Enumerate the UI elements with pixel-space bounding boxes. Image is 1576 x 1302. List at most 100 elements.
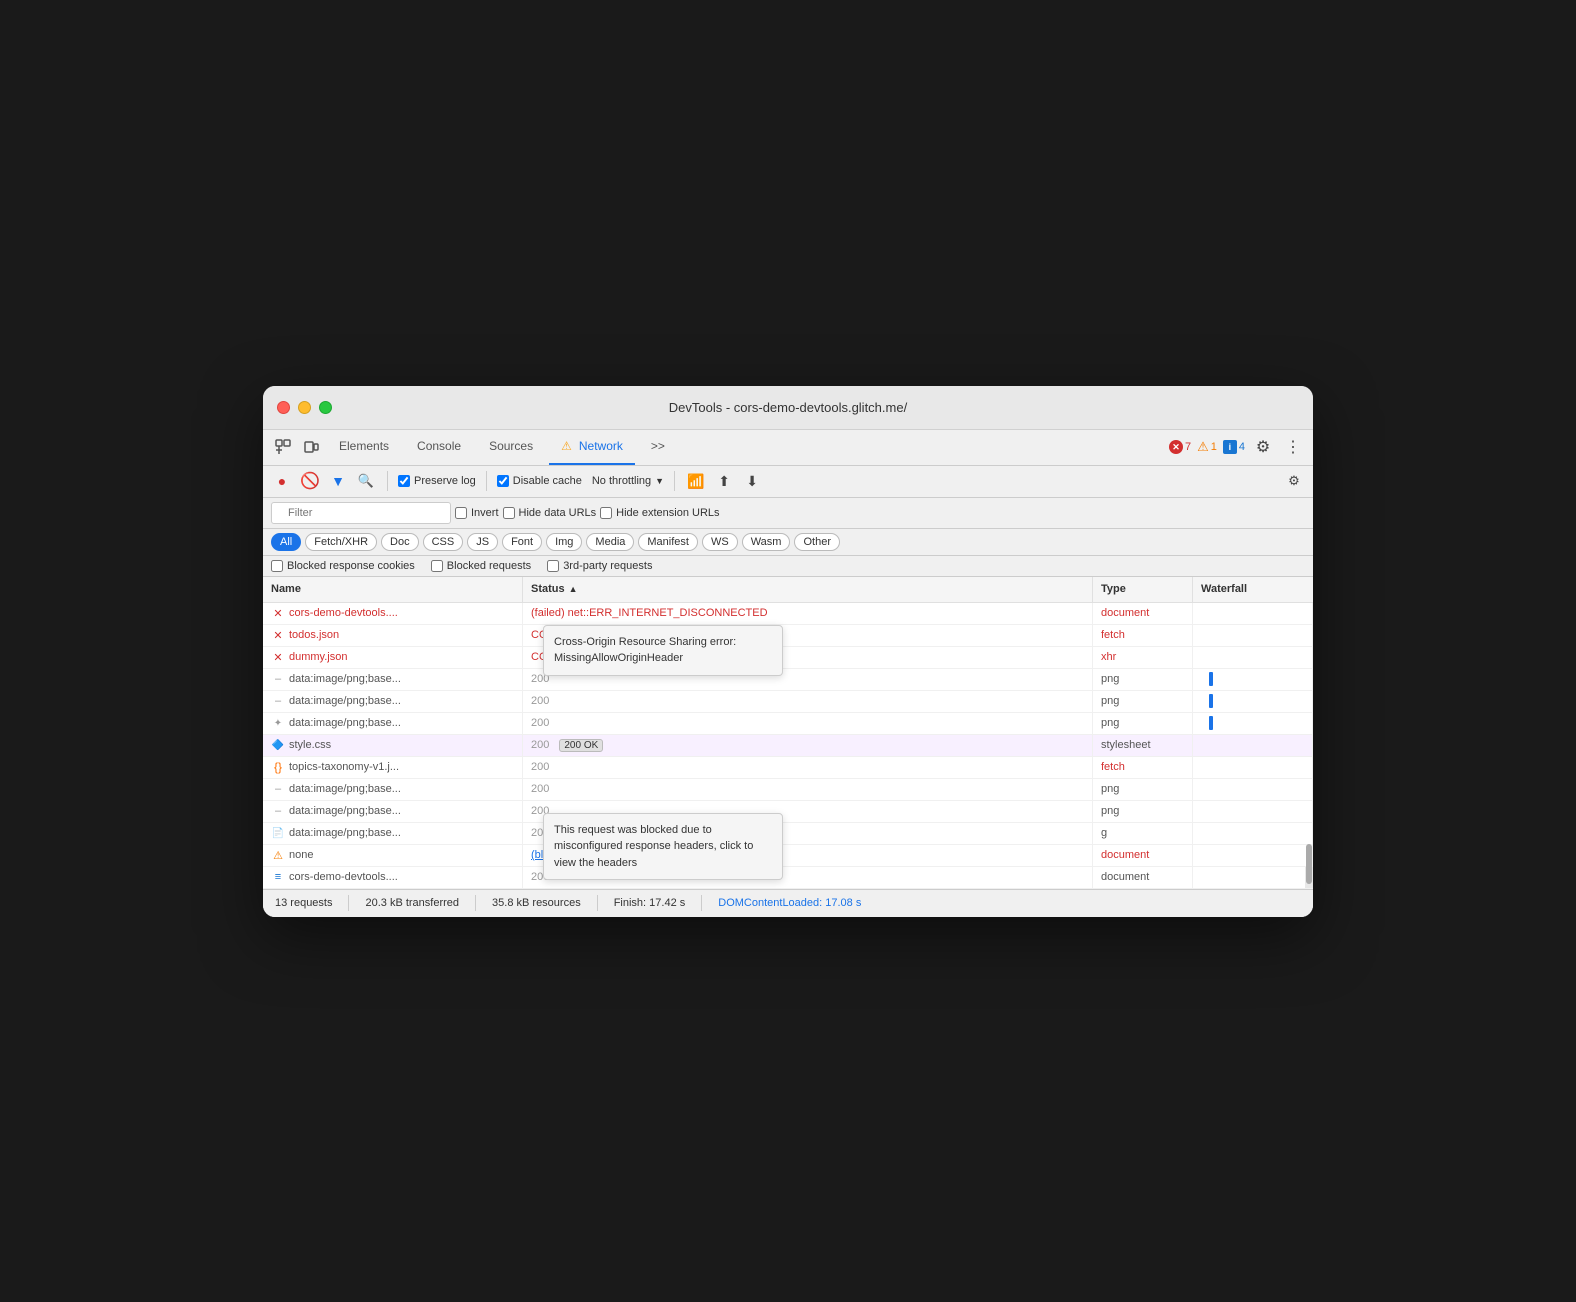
more-icon[interactable]: ⋮: [1281, 435, 1305, 459]
tab-elements[interactable]: Elements: [327, 429, 401, 465]
upload-icon[interactable]: ⬆: [713, 470, 735, 492]
dom-content-loaded: DOMContentLoaded: 17.08 s: [718, 897, 861, 909]
table-row[interactable]: – data:image/png;base... 200 png: [263, 691, 1313, 713]
filter-input[interactable]: [280, 502, 442, 524]
td-status: 200: [523, 779, 1093, 800]
td-waterfall: [1193, 823, 1313, 844]
type-filter-css[interactable]: CSS: [423, 533, 464, 551]
td-name: ✕ dummy.json: [263, 647, 523, 668]
settings-gear-icon[interactable]: ⚙: [1283, 470, 1305, 492]
search-icon[interactable]: 🔍: [355, 470, 377, 492]
table-row[interactable]: – data:image/png;base... 200 png: [263, 669, 1313, 691]
type-filter-font[interactable]: Font: [502, 533, 542, 551]
hide-ext-urls-label[interactable]: Hide extension URLs: [600, 507, 719, 519]
blocked-requests-checkbox[interactable]: [431, 560, 443, 572]
third-party-label[interactable]: 3rd-party requests: [547, 560, 652, 572]
filter-icon[interactable]: ▼: [327, 470, 349, 492]
table-row[interactable]: ✕ todos.json CORS error Cross-Origin Res…: [263, 625, 1313, 647]
table-row[interactable]: ✕ dummy.json CORS error xhr: [263, 647, 1313, 669]
type-filter-fetch-xhr[interactable]: Fetch/XHR: [305, 533, 377, 551]
th-type[interactable]: Type: [1093, 577, 1193, 602]
type-filter-other[interactable]: Other: [794, 533, 840, 551]
td-type: png: [1093, 801, 1193, 822]
blocked-tooltip: This request was blocked due to misconfi…: [543, 823, 783, 844]
blocked-requests-label[interactable]: Blocked requests: [431, 560, 531, 572]
download-icon[interactable]: ⬇: [741, 470, 763, 492]
stop-recording-icon[interactable]: ●: [271, 470, 293, 492]
table-row[interactable]: ✦ data:image/png;base... 200 png: [263, 713, 1313, 735]
th-waterfall[interactable]: Waterfall: [1193, 577, 1313, 602]
dash-icon: –: [271, 672, 285, 686]
td-type: document: [1093, 603, 1193, 624]
table-row[interactable]: 🔷 style.css 200 200 OK stylesheet: [263, 735, 1313, 757]
tab-console[interactable]: Console: [405, 429, 473, 465]
hide-data-urls-checkbox[interactable]: [503, 507, 515, 519]
table-row[interactable]: 📄 data:image/png;base... 200 This reques…: [263, 823, 1313, 845]
preserve-log-label[interactable]: Preserve log: [398, 475, 476, 487]
table-row[interactable]: {} topics-taxonomy-v1.j... 200 fetch: [263, 757, 1313, 779]
sort-icon: ▲: [569, 584, 578, 594]
type-filter-all[interactable]: All: [271, 533, 301, 551]
tab-more[interactable]: >>: [639, 429, 677, 465]
td-waterfall: [1193, 647, 1313, 668]
table-row[interactable]: ⚠ none (blocked:NotSameOriginAfterDefaul…: [263, 845, 1313, 867]
error-badge: ✕ 7: [1169, 440, 1191, 454]
fetch-icon: {}: [271, 760, 285, 774]
tab-network[interactable]: ⚠ Network: [549, 429, 635, 465]
table-row[interactable]: ✕ cors-demo-devtools.... (failed) net::E…: [263, 603, 1313, 625]
table-row[interactable]: – data:image/png;base... 200 png: [263, 779, 1313, 801]
disable-cache-checkbox[interactable]: [497, 475, 509, 487]
th-status[interactable]: Status ▲: [523, 577, 1093, 602]
waterfall-bar: [1209, 672, 1213, 686]
td-name: ✕ cors-demo-devtools....: [263, 603, 523, 624]
td-type: png: [1093, 691, 1193, 712]
td-type: stylesheet: [1093, 735, 1193, 756]
invert-label[interactable]: Invert: [455, 507, 499, 519]
type-filter-wasm[interactable]: Wasm: [742, 533, 791, 551]
type-filter-img[interactable]: Img: [546, 533, 582, 551]
inspect-icon[interactable]: [271, 435, 295, 459]
close-button[interactable]: [277, 401, 290, 414]
third-party-checkbox[interactable]: [547, 560, 559, 572]
blocked-cookies-label[interactable]: Blocked response cookies: [271, 560, 415, 572]
td-type: fetch: [1093, 757, 1193, 778]
invert-checkbox[interactable]: [455, 507, 467, 519]
toolbar-divider-2: [486, 471, 487, 491]
badge-area: ✕ 7 ⚠ 1 i 4 ⚙ ⋮: [1169, 435, 1305, 459]
td-name: – data:image/png;base...: [263, 801, 523, 822]
blocked-cookies-checkbox[interactable]: [271, 560, 283, 572]
minimize-button[interactable]: [298, 401, 311, 414]
type-filter-ws[interactable]: WS: [702, 533, 738, 551]
settings-icon[interactable]: ⚙: [1251, 435, 1275, 459]
td-name: – data:image/png;base...: [263, 691, 523, 712]
td-type: g: [1093, 823, 1193, 844]
throttle-dropdown-icon: ▼: [655, 476, 664, 486]
table-row[interactable]: ≡ cors-demo-devtools.... 200 document: [263, 867, 1313, 889]
td-name: 📄 data:image/png;base...: [263, 823, 523, 844]
disable-cache-label[interactable]: Disable cache: [497, 475, 582, 487]
td-name: – data:image/png;base...: [263, 779, 523, 800]
type-filter-doc[interactable]: Doc: [381, 533, 419, 551]
warn-triangle-icon: ⚠: [1197, 439, 1209, 455]
td-status: 200: [523, 757, 1093, 778]
wifi-icon[interactable]: 📶: [685, 470, 707, 492]
scrollbar-thumb[interactable]: [1306, 867, 1312, 884]
hide-data-urls-label[interactable]: Hide data URLs: [503, 507, 597, 519]
type-filter-js[interactable]: JS: [467, 533, 498, 551]
clear-icon[interactable]: 🚫: [299, 470, 321, 492]
device-icon[interactable]: [299, 435, 323, 459]
maximize-button[interactable]: [319, 401, 332, 414]
type-filter-manifest[interactable]: Manifest: [638, 533, 698, 551]
transferred-size: 20.3 kB transferred: [365, 897, 459, 909]
td-status: 200: [523, 669, 1093, 690]
blocked-icon: 📄: [271, 826, 285, 840]
tab-sources[interactable]: Sources: [477, 429, 545, 465]
type-filter-media[interactable]: Media: [586, 533, 634, 551]
th-name[interactable]: Name: [263, 577, 523, 602]
td-waterfall: [1193, 867, 1313, 888]
preserve-log-checkbox[interactable]: [398, 475, 410, 487]
table-row[interactable]: – data:image/png;base... 200 png: [263, 801, 1313, 823]
hide-ext-urls-checkbox[interactable]: [600, 507, 612, 519]
tab-bar: Elements Console Sources ⚠ Network >> ✕ …: [263, 430, 1313, 466]
td-status: (failed) net::ERR_INTERNET_DISCONNECTED: [523, 603, 1093, 624]
